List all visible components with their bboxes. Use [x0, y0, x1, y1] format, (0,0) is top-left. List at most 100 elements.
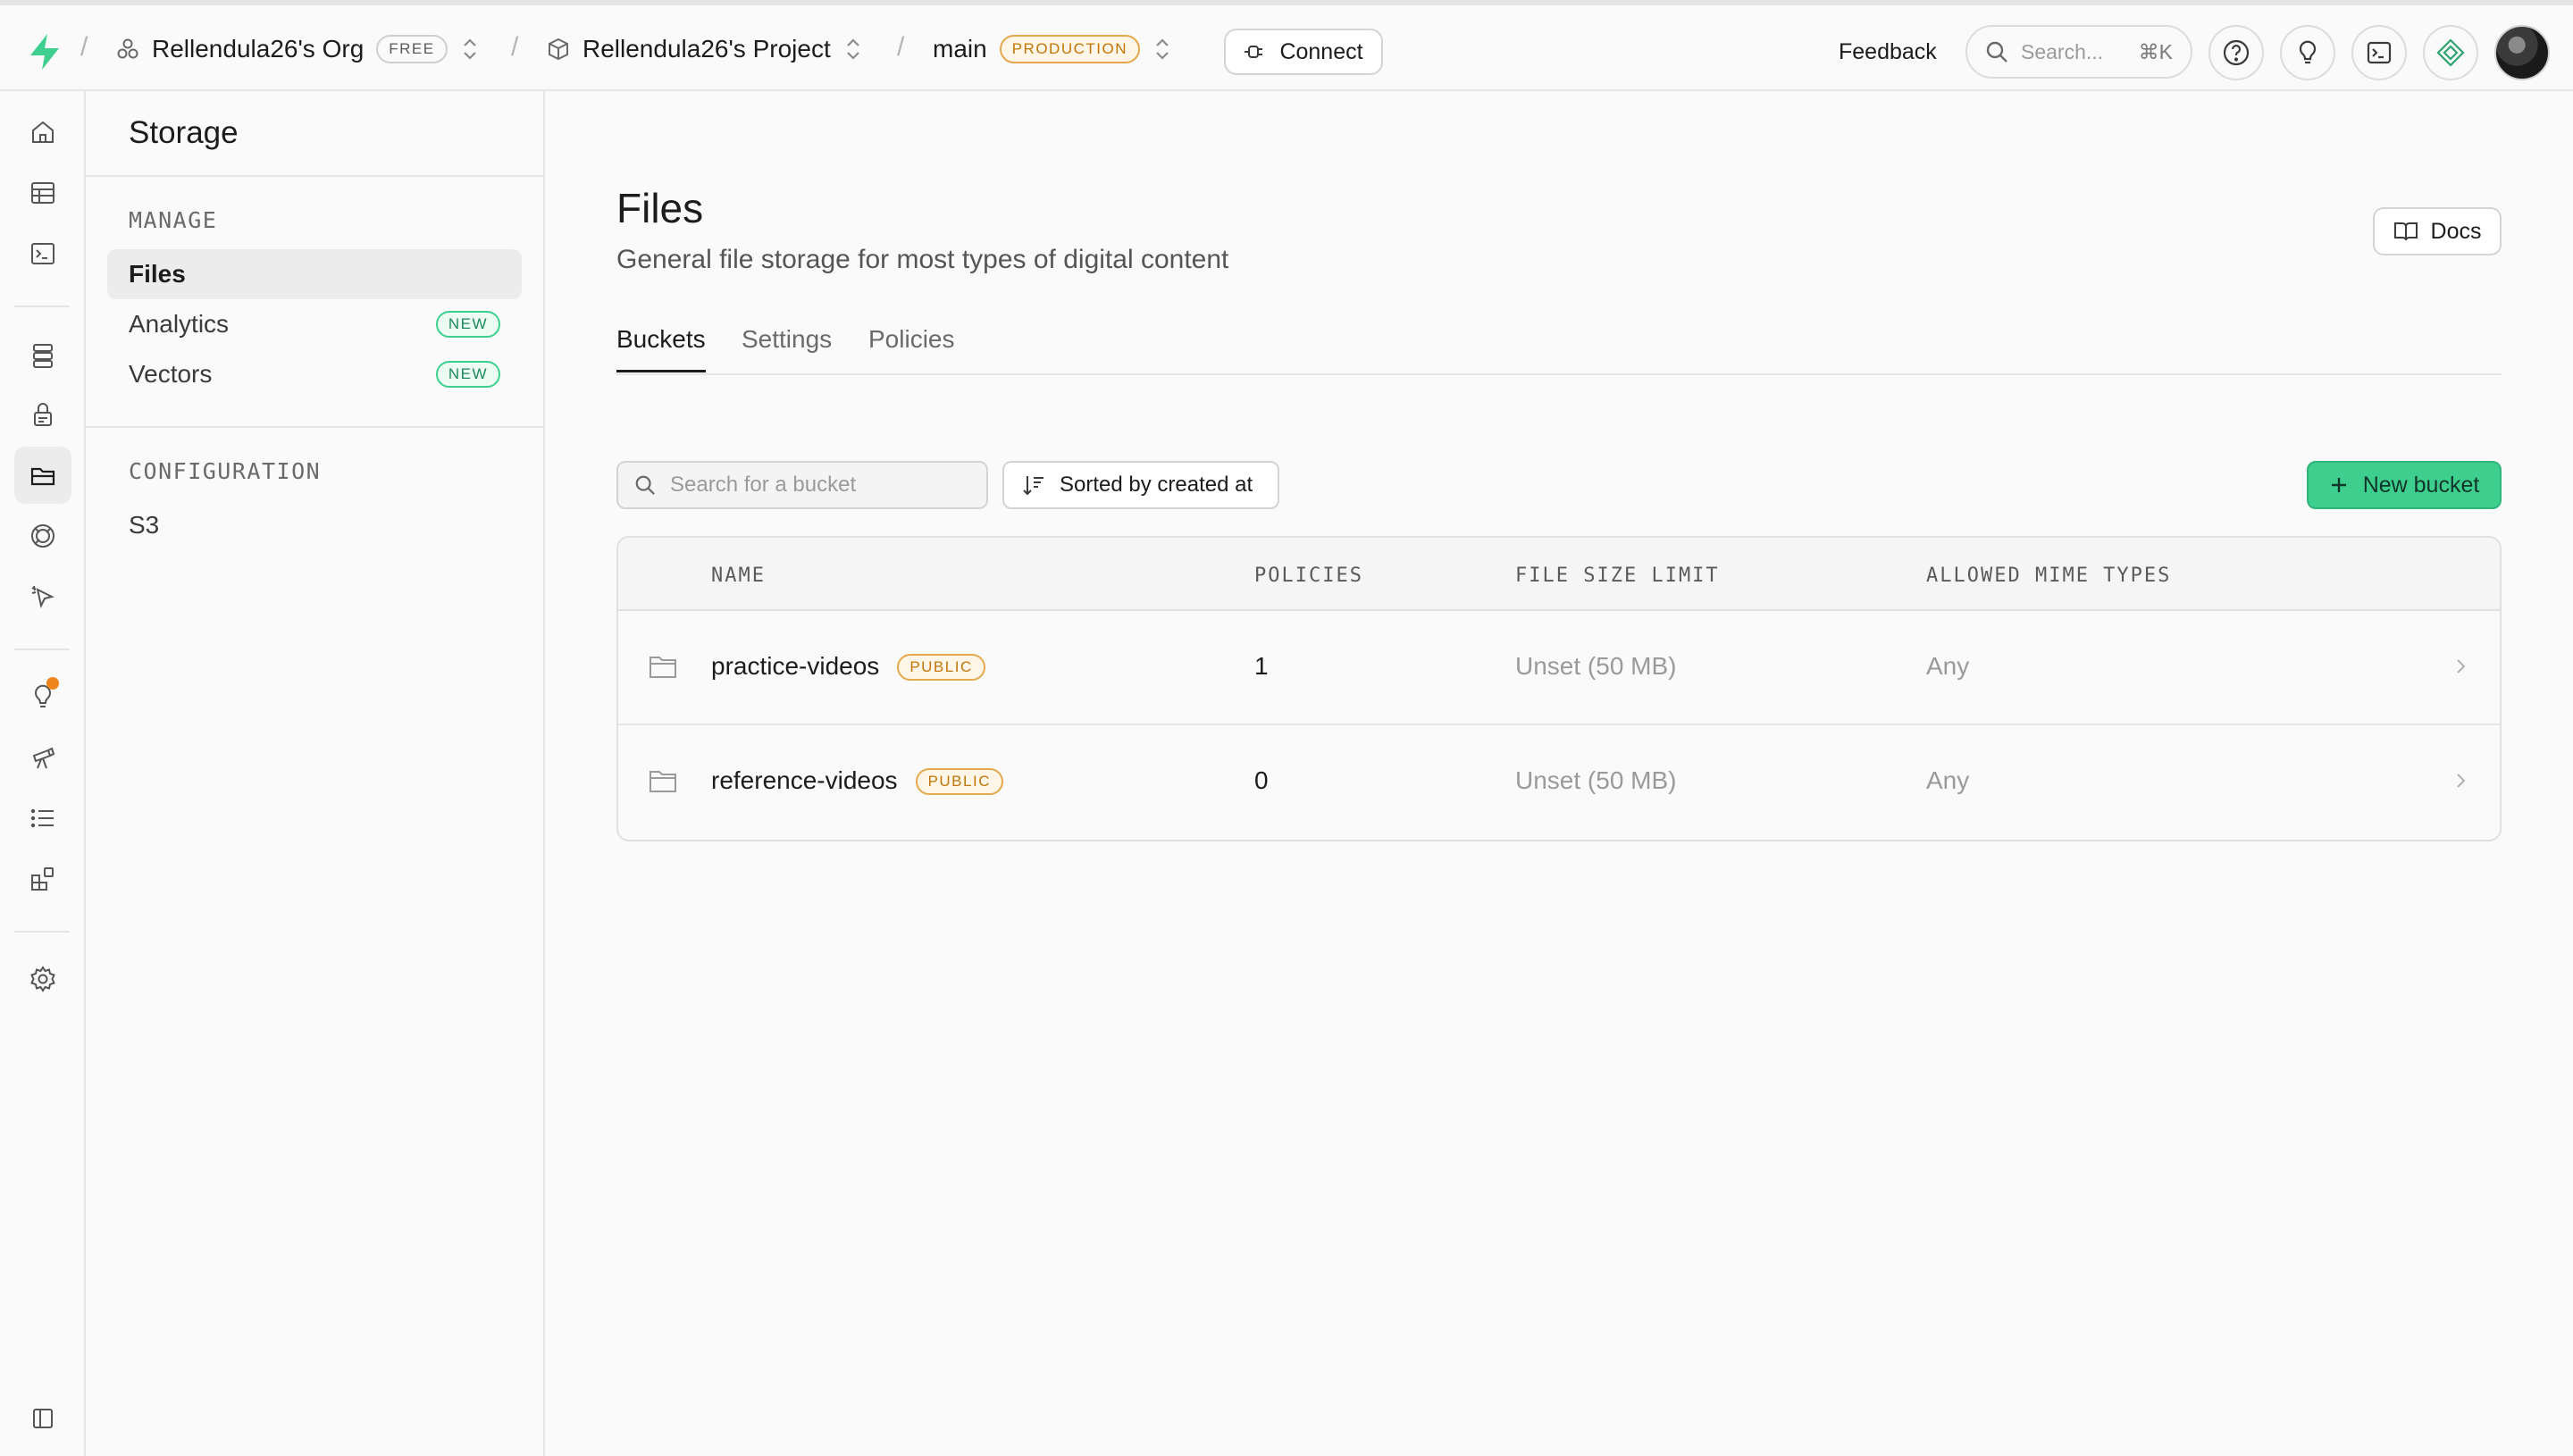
tab-settings[interactable]: Settings: [742, 325, 832, 370]
rail-divider: [14, 305, 70, 307]
column-header-allowed-mime-types[interactable]: ALLOWED MIME TYPES: [1926, 565, 2171, 587]
sql-terminal-button[interactable]: [2351, 25, 2407, 80]
bucket-search-placeholder: Search for a bucket: [670, 473, 857, 497]
configuration-section: CONFIGURATION S3: [86, 428, 543, 577]
settings-icon[interactable]: [14, 950, 71, 1008]
docs-button[interactable]: Docs: [2373, 207, 2502, 255]
sidebar-item-label: Analytics: [129, 310, 230, 338]
bucket-name: practice-videos: [711, 652, 880, 680]
connect-button[interactable]: Connect: [1224, 29, 1383, 75]
project-selector[interactable]: Rellendula26's Project: [547, 25, 863, 73]
storage-icon[interactable]: [14, 447, 71, 504]
org-icon: [117, 38, 138, 59]
terminal-icon: [2367, 41, 2392, 64]
user-avatar[interactable]: [2494, 25, 2550, 80]
search-icon: [1986, 41, 2007, 63]
home-icon[interactable]: [14, 104, 71, 161]
ai-assistant-icon: [2436, 38, 2465, 67]
bucket-search-input[interactable]: Search for a bucket: [616, 461, 988, 509]
sidebar-item-files[interactable]: Files: [107, 249, 522, 299]
org-plan-badge: FREE: [376, 35, 448, 63]
advisors-icon[interactable]: [14, 668, 71, 725]
sidebar-item-label: Vectors: [129, 360, 213, 388]
section-title-configuration: CONFIGURATION: [129, 458, 322, 484]
sidebar-item-label: Files: [129, 260, 186, 288]
sidebar-item-analytics[interactable]: Analytics NEW: [107, 299, 522, 349]
advisor-button[interactable]: [2280, 25, 2335, 80]
chevron-right-icon[interactable]: [2455, 770, 2468, 791]
breadcrumb-separator: /: [897, 32, 905, 62]
chevron-updown-icon[interactable]: [843, 36, 863, 63]
new-bucket-button[interactable]: New bucket: [2307, 461, 2502, 509]
global-search-placeholder: Search...: [2021, 39, 2104, 63]
bucket-name-cell: reference-videos PUBLIC: [711, 766, 1003, 795]
column-header-file-size-limit[interactable]: FILE SIZE LIMIT: [1515, 565, 1720, 587]
database-icon[interactable]: [14, 327, 71, 384]
tab-policies[interactable]: Policies: [868, 325, 954, 370]
help-circle-icon: [2223, 39, 2250, 66]
policies-count: 1: [1254, 652, 1269, 680]
new-badge: NEW: [435, 311, 500, 338]
search-shortcut: ⌘K: [2138, 39, 2173, 63]
table-editor-icon[interactable]: [14, 164, 71, 222]
integrations-icon[interactable]: [14, 850, 71, 908]
sidebar-item-label: S3: [129, 511, 160, 539]
notification-dot: [46, 677, 59, 690]
page-subtitle: General file storage for most types of d…: [616, 245, 1229, 274]
public-badge: PUBLIC: [897, 654, 985, 681]
bucket-name-cell: practice-videos PUBLIC: [711, 652, 985, 681]
chevron-right-icon[interactable]: [2455, 656, 2468, 677]
nav-rail: [0, 91, 86, 1456]
sidebar-item-vectors[interactable]: Vectors NEW: [107, 349, 522, 399]
book-open-icon: [2393, 222, 2418, 241]
sort-icon: [1023, 476, 1043, 496]
section-title-manage: MANAGE: [129, 207, 218, 233]
folder-icon: [650, 771, 676, 792]
storage-sidebar: Storage MANAGE Files Analytics NEW Vecto…: [86, 91, 545, 1456]
edge-functions-icon[interactable]: [14, 568, 71, 625]
plug-icon: [1245, 46, 1263, 58]
breadcrumb-separator: /: [80, 32, 88, 62]
assistant-button[interactable]: [2423, 25, 2478, 80]
tab-buckets[interactable]: Buckets: [616, 325, 706, 372]
logs-icon[interactable]: [14, 790, 71, 847]
help-button[interactable]: [2208, 25, 2264, 80]
new-badge: NEW: [435, 361, 500, 388]
allowed-mime-types: Any: [1926, 652, 1970, 680]
policies-count: 0: [1254, 766, 1269, 794]
chevron-updown-icon[interactable]: [1152, 36, 1172, 63]
auth-icon[interactable]: [14, 386, 71, 443]
table-row[interactable]: reference-videos PUBLIC 0 Unset (50 MB) A…: [618, 725, 2500, 840]
supabase-logo-icon[interactable]: [27, 32, 63, 71]
lightbulb-icon: [2299, 40, 2317, 64]
manage-section: MANAGE Files Analytics NEW Vectors NEW: [86, 177, 543, 428]
search-icon: [635, 475, 655, 495]
connect-label: Connect: [1279, 38, 1363, 64]
plus-icon: [2331, 478, 2346, 492]
new-bucket-label: New bucket: [2362, 472, 2480, 498]
realtime-icon[interactable]: [14, 507, 71, 565]
sort-button[interactable]: Sorted by created at: [1002, 461, 1279, 509]
table-row[interactable]: practice-videos PUBLIC 1 Unset (50 MB) An…: [618, 611, 2500, 725]
page-title: Files: [616, 185, 704, 231]
project-name: Rellendula26's Project: [582, 35, 831, 63]
column-header-policies[interactable]: POLICIES: [1254, 565, 1363, 587]
reports-icon[interactable]: [14, 729, 71, 786]
bucket-name: reference-videos: [711, 766, 898, 794]
feedback-button[interactable]: Feedback: [1839, 39, 1937, 65]
column-header-name[interactable]: NAME: [711, 565, 766, 587]
branch-selector[interactable]: main PRODUCTION: [933, 25, 1172, 73]
global-search[interactable]: Search... ⌘K: [1965, 25, 2192, 79]
file-size-limit: Unset (50 MB): [1515, 766, 1677, 794]
project-box-icon: [549, 38, 568, 61]
collapse-icon[interactable]: [14, 1390, 71, 1447]
buckets-table: NAME POLICIES FILE SIZE LIMIT ALLOWED MI…: [616, 536, 2502, 841]
sql-editor-icon[interactable]: [14, 225, 71, 282]
top-bar: / Rellendula26's Org FREE / Rellendula26…: [0, 0, 2573, 91]
org-selector[interactable]: Rellendula26's Org FREE: [116, 25, 480, 73]
allowed-mime-types: Any: [1926, 766, 1970, 794]
file-size-limit: Unset (50 MB): [1515, 652, 1677, 680]
production-badge: PRODUCTION: [999, 35, 1140, 63]
chevron-updown-icon[interactable]: [460, 36, 480, 63]
sidebar-item-s3[interactable]: S3: [107, 500, 522, 550]
